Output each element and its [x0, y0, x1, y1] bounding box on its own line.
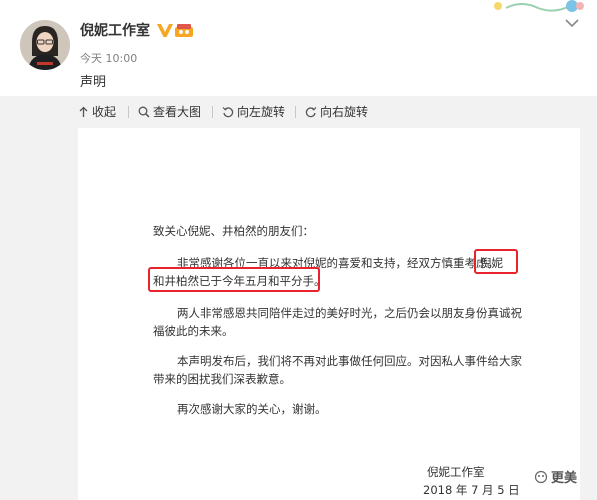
image-viewer: 致关心倪妮、井柏然的朋友们： 非常感谢各位一直以来对倪妮的喜爱和支持，经双方慎重…	[0, 128, 597, 500]
statement-date: 2018 年 7 月 5 日	[423, 483, 520, 497]
statement-para2-line1: 两人非常感恩共同陪伴走过的美好时光，之后仍会以朋友身份真诚祝	[177, 306, 522, 320]
statement-para3-line2: 带来的困扰我们深表歉意。	[153, 372, 291, 386]
rotate-right-button[interactable]: 向右旋转	[305, 96, 368, 128]
statement-signature: 倪妮工作室	[427, 465, 485, 479]
view-large-button[interactable]: 查看大图	[138, 96, 201, 128]
post-timestamp[interactable]: 今天 10:00	[80, 50, 137, 66]
statement-para3-line1: 本声明发布后，我们将不再对此事做任何回应。对因私人事件给大家	[177, 354, 522, 368]
view-large-label: 查看大图	[153, 105, 202, 119]
statement-para2-line2: 福彼此的未来。	[153, 324, 234, 338]
chevron-down-icon[interactable]	[565, 18, 579, 28]
rotate-right-label: 向右旋转	[320, 105, 369, 119]
statement-para4: 再次感谢大家的关心，谢谢。	[177, 402, 327, 416]
statement-greeting: 致关心倪妮、井柏然的朋友们：	[153, 224, 314, 238]
avatar[interactable]	[20, 20, 70, 70]
image-toolbar: 收起 查看大图 向左旋转 向右旋转	[0, 96, 597, 128]
statement-image[interactable]: 致关心倪妮、井柏然的朋友们： 非常感谢各位一直以来对倪妮的喜爱和支持，经双方慎重…	[78, 128, 580, 500]
rotate-left-label: 向左旋转	[237, 105, 286, 119]
toolbar-divider	[295, 106, 296, 118]
verified-v-icon	[157, 24, 173, 37]
watermark-text: 更美	[551, 471, 578, 486]
highlight-box-2	[148, 267, 320, 292]
watermark-logo-icon	[534, 470, 548, 483]
username[interactable]: 倪妮工作室	[80, 20, 150, 40]
watermark: 更美	[534, 467, 577, 486]
rotate-left-button[interactable]: 向左旋转	[222, 96, 285, 128]
toolbar-divider	[212, 106, 213, 118]
rotate-left-icon	[222, 107, 234, 118]
toolbar-divider	[128, 106, 129, 118]
rotate-right-icon	[305, 107, 317, 118]
decoration-icon	[494, 0, 584, 12]
vip-badge-icon	[175, 24, 193, 37]
magnify-icon	[138, 106, 150, 118]
collapse-label: 收起	[92, 105, 117, 119]
collapse-button[interactable]: 收起	[78, 96, 116, 128]
post-text: 声明	[80, 75, 107, 90]
highlight-box-1	[474, 249, 518, 274]
collapse-up-icon	[79, 106, 88, 117]
post-header: 倪妮工作室 今天 10:00 声明	[0, 0, 597, 96]
